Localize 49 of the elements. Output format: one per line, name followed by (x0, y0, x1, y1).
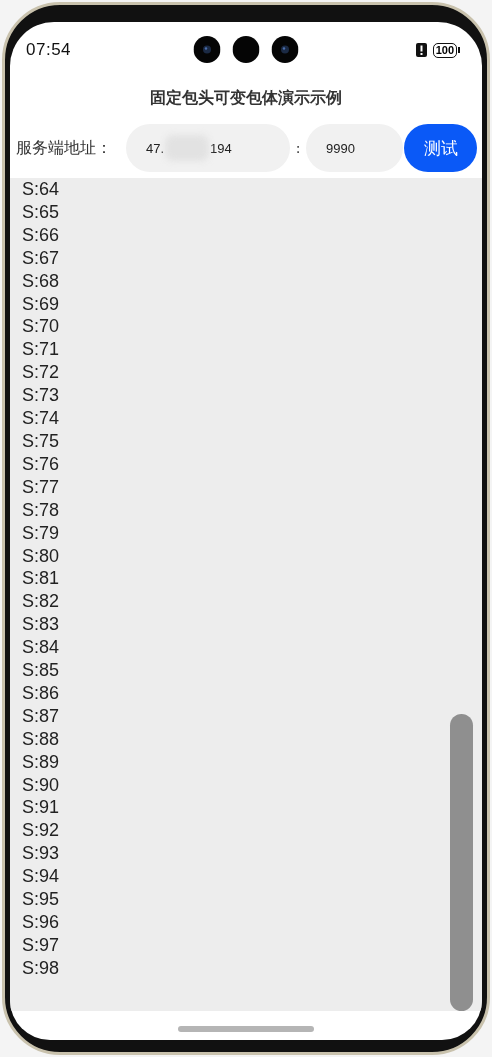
log-line: S:76 (22, 452, 61, 476)
log-line: S:85 (22, 659, 61, 682)
log-line: S:65 (22, 200, 61, 224)
log-line: S:74 (22, 407, 61, 430)
log-line: S:72 (22, 361, 61, 385)
log-line: S:87 (22, 704, 61, 728)
log-line: S:96 (22, 911, 61, 934)
log-line: S:66 (22, 223, 61, 247)
log-line: S:81 (22, 567, 61, 591)
test-button[interactable]: 测试 (404, 124, 477, 172)
log-line: S:94 (22, 865, 61, 889)
clock: 07:54 (26, 40, 72, 60)
page-title: 固定包头可变包体演示示例 (150, 87, 342, 109)
log-line: S:75 (22, 429, 61, 453)
home-indicator[interactable] (178, 1026, 314, 1032)
log-line: S:97 (22, 933, 61, 957)
log-line: S:70 (22, 315, 61, 339)
log-line: S:64 (22, 178, 61, 201)
log-line: S:69 (22, 292, 61, 316)
camera-icon (271, 36, 299, 63)
log-line: S:80 (22, 544, 61, 568)
address-field[interactable]: 47. 194 (126, 124, 290, 172)
log-line: S:77 (22, 475, 61, 499)
log-line: S:89 (22, 750, 61, 774)
log-line: S:84 (22, 636, 61, 660)
scrollbar[interactable] (450, 714, 473, 1011)
log-line: S:93 (22, 842, 61, 866)
log-line: S:82 (22, 590, 61, 614)
port-field[interactable]: 9990 (306, 124, 403, 172)
log-line: S:78 (22, 498, 61, 522)
alert-icon (415, 43, 427, 57)
log-line: S:73 (22, 384, 61, 408)
camera-icon (193, 36, 221, 63)
log-line: S:86 (22, 681, 61, 705)
log-line: S:68 (22, 269, 61, 293)
log-line: S:79 (22, 521, 61, 545)
log-line: S:95 (22, 888, 61, 911)
separator-text: : (294, 140, 302, 156)
log-line: S:67 (22, 246, 61, 270)
log-line: S:71 (22, 338, 61, 362)
log-line: S:98 (22, 956, 61, 980)
log-line: S:91 (22, 796, 61, 820)
camera-icon (232, 36, 260, 63)
log-line: S:83 (22, 613, 61, 637)
log-line: S:88 (22, 727, 61, 751)
battery-icon: 100 (432, 42, 460, 58)
log-line: S:92 (22, 819, 61, 843)
field-label: 服务端地址： (16, 137, 113, 159)
log-line: S:90 (22, 773, 61, 797)
